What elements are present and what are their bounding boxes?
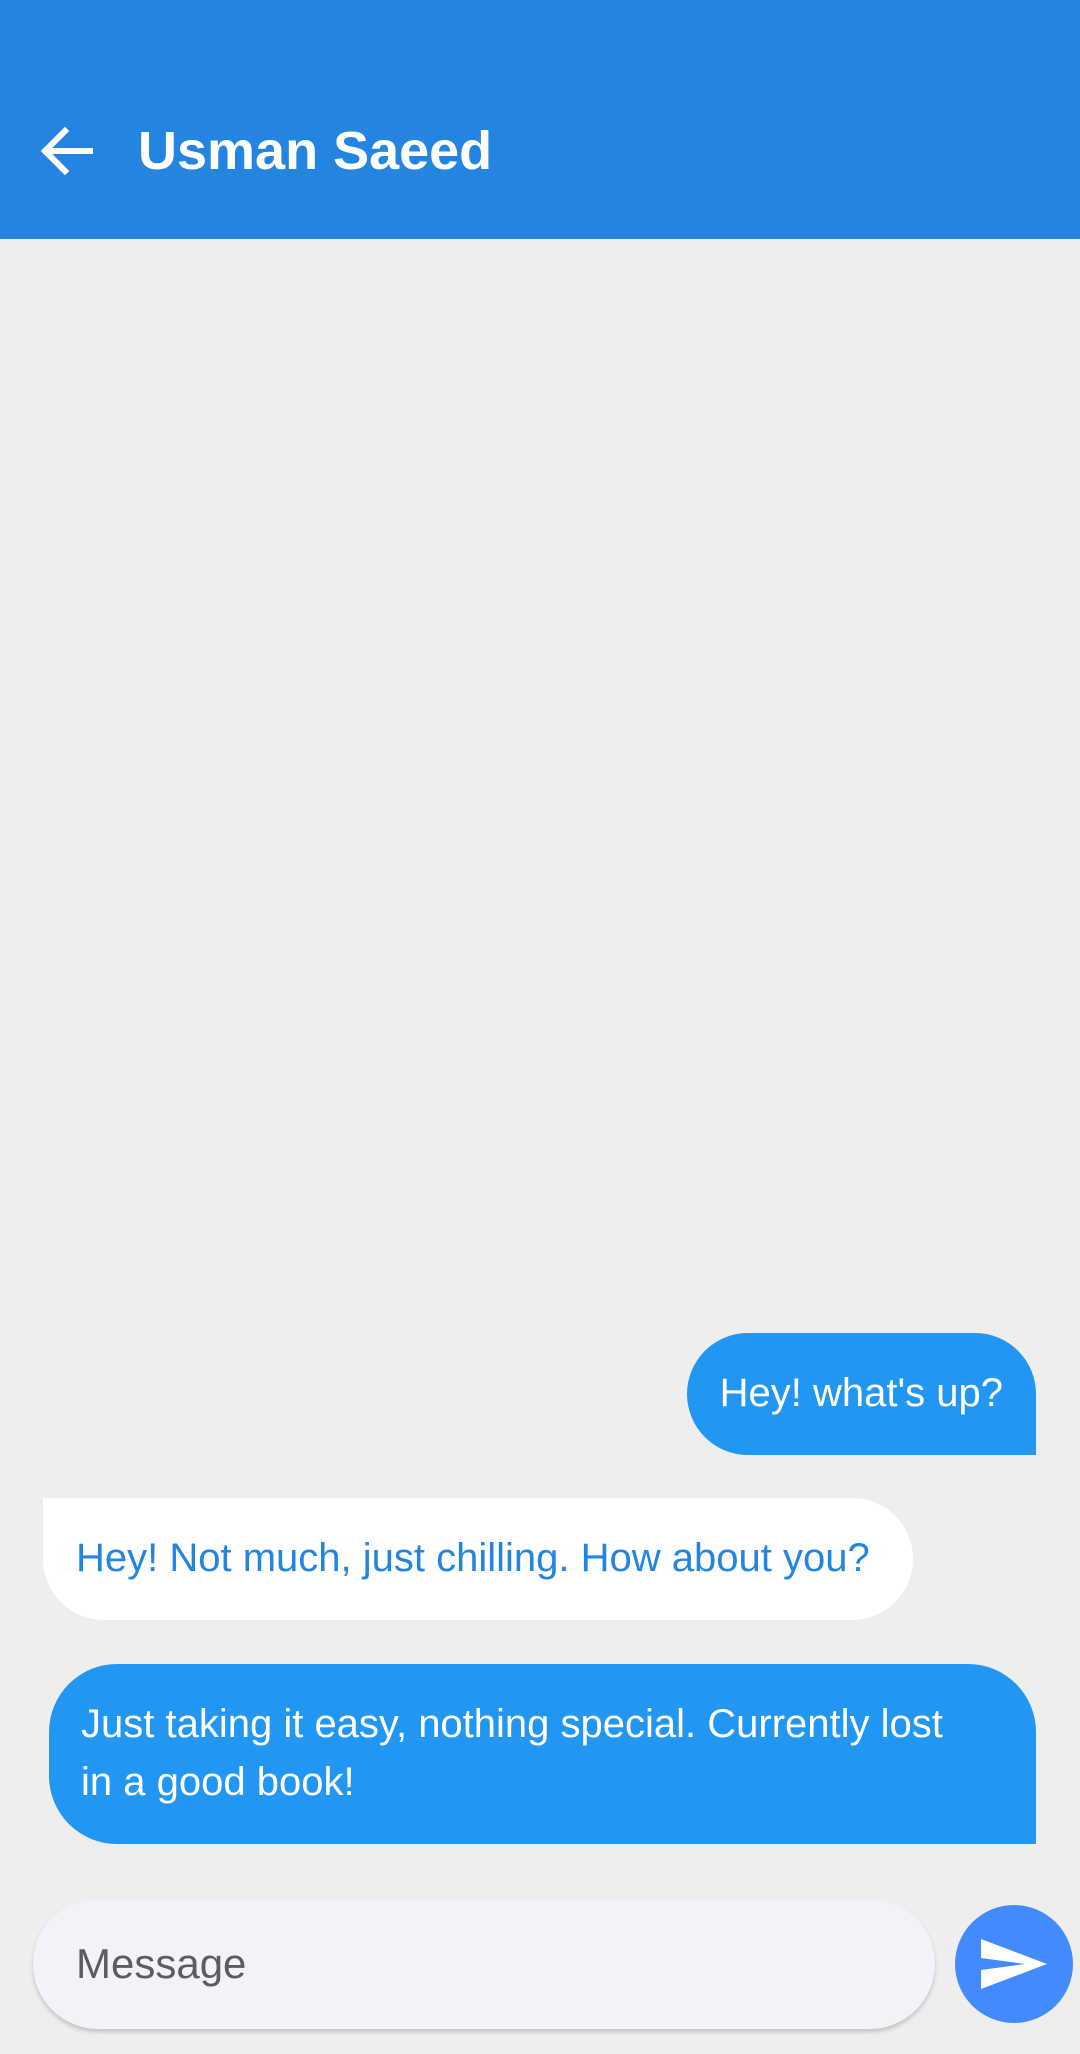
chat-screen: Usman Saeed Hey! what's up? Hey! Not muc… (0, 0, 1080, 2054)
back-button[interactable] (30, 118, 102, 184)
send-button[interactable] (955, 1905, 1073, 2023)
send-icon (981, 1939, 1047, 1989)
message-bubble-received: Hey! Not much, just chilling. How about … (43, 1498, 913, 1620)
message-bubble-sent: Hey! what's up? (686, 1333, 1036, 1455)
message-bubble-sent: Just taking it easy, nothing special. Cu… (49, 1664, 1036, 1844)
message-input[interactable] (74, 1939, 898, 1989)
arrow-back-icon (40, 126, 93, 176)
app-bar: Usman Saeed (0, 0, 1080, 239)
chat-title: Usman Saeed (138, 121, 493, 181)
message-composer (33, 1899, 935, 2029)
